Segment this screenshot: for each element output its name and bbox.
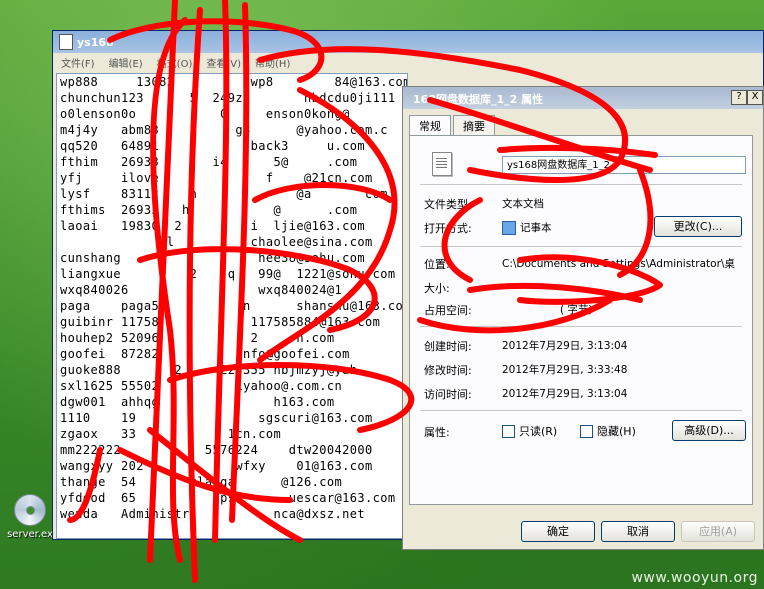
desktop-icon-label: server.ex — [7, 529, 53, 540]
advanced-button[interactable]: 高级(D)... — [672, 420, 746, 441]
menu-view[interactable]: 查看(V) — [206, 55, 241, 70]
notepad-titlebar[interactable]: ys168 — [53, 31, 763, 53]
help-button[interactable]: ? — [731, 90, 747, 105]
notepad-line: lysf 83112 n @a com — [60, 187, 388, 201]
separator — [420, 410, 742, 411]
notepad-line: paga paga5 n shansnu@163.com — [60, 299, 408, 313]
filename-field[interactable]: ys168网盘数据库_1_2 — [502, 156, 746, 174]
text-file-icon — [432, 152, 452, 176]
properties-dialog: 168网盘数据库_1_2 属性 ? X 常规 摘要 ys168网盘数据库_1_2… — [402, 86, 764, 550]
open-with-label: 打开方式: — [424, 222, 472, 235]
size-on-disk-value: ( 字节) — [560, 304, 593, 316]
notepad-line: fthim 26933 i4 5@ .com — [60, 155, 358, 169]
created-label: 创建时间: — [424, 340, 472, 353]
size-on-disk-label: 占用空间: — [424, 304, 472, 317]
notepad-line: fthims 26933 h @ .com — [60, 203, 358, 217]
hidden-checkbox[interactable]: 隐藏(H) — [580, 423, 636, 439]
notepad-line: mm222222 5576224 dtw20042000 — [60, 443, 373, 457]
notepad-line: houhep2 52096 2 n.com — [60, 331, 335, 345]
checkbox-box — [502, 424, 515, 438]
dialog-title: 168网盘数据库_1_2 属性 — [413, 93, 544, 106]
modified-label: 修改时间: — [424, 364, 472, 377]
notepad-line: yfj ilove f @21cn.com — [60, 171, 373, 185]
cd-icon — [14, 494, 46, 526]
cancel-button[interactable]: 取消 — [601, 521, 675, 542]
notepad-app-icon — [502, 221, 516, 235]
notepad-line: wangxyy 202 wfxy 01@163.com — [60, 459, 373, 473]
open-with-value: 记事本 — [502, 220, 552, 235]
notepad-line: wenda Administr nca@dxsz.net — [60, 507, 365, 521]
notepad-line: l chaolee@sina.com — [60, 235, 373, 249]
notepad-line: sxl1625 55502 1yahoo@.com.cn — [60, 379, 343, 393]
close-button[interactable]: X — [747, 90, 763, 105]
attributes-label: 属性: — [424, 426, 450, 439]
notepad-line: thange 54 tlanga @126.com — [60, 475, 343, 489]
notepad-line: m4j4y abm83 g8 @yahoo.com.c — [60, 123, 388, 137]
notepad-line: dgw001 ahhqg h163.com — [60, 395, 335, 409]
notepad-line: zgaox 33 1cn.com — [60, 427, 282, 441]
ok-button[interactable]: 确定 — [521, 521, 595, 542]
size-label: 大小: — [424, 282, 450, 295]
change-button[interactable]: 更改(C)... — [654, 216, 742, 237]
created-value: 2012年7月29日, 3:13:04 — [502, 340, 628, 352]
apply-button[interactable]: 应用(A) — [681, 521, 755, 542]
notepad-icon — [59, 34, 73, 50]
modified-value: 2012年7月29日, 3:33:48 — [502, 364, 628, 376]
notepad-menubar: 文件(F) 编辑(E) 格式(O) 查看(V) 帮助(H) — [53, 53, 763, 71]
checkbox-box — [580, 424, 593, 438]
desktop-icon-server[interactable]: server.ex — [0, 494, 60, 540]
readonly-checkbox[interactable]: 只读(R) — [502, 423, 557, 439]
notepad-text-area[interactable]: wp888 13082 wp8 84@163.com chunchun123 5 … — [56, 73, 408, 539]
notepad-line: 1110 19 sgscuri@163.com — [60, 411, 373, 425]
accessed-value: 2012年7月29日, 3:13:04 — [502, 388, 628, 400]
location-label: 位置: — [424, 258, 450, 271]
notepad-line: cunshang hee38@sohu.com — [60, 251, 365, 265]
menu-edit[interactable]: 编辑(E) — [109, 55, 143, 70]
accessed-label: 访问时间: — [424, 388, 472, 401]
notepad-line: guoke888 2 223355 hbjmzyj@yah — [60, 363, 358, 377]
separator — [420, 326, 742, 327]
type-label: 文件类型: — [424, 198, 472, 211]
notepad-line: wp888 13082 wp8 84@163.com — [60, 75, 408, 89]
notepad-line: liangxue 2 q 99@ 1221@sohu.com — [60, 267, 396, 281]
notepad-line: qq520 64891 back3 u.com — [60, 139, 365, 153]
dialog-titlebar[interactable]: 168网盘数据库_1_2 属性 ? X — [403, 87, 763, 109]
menu-format[interactable]: 格式(O) — [157, 55, 193, 70]
notepad-line: o0lenson0o 0 enson0kong@ — [60, 107, 350, 121]
separator — [420, 184, 742, 185]
notepad-title: ys168 — [77, 35, 114, 49]
menu-file[interactable]: 文件(F) — [61, 55, 95, 70]
general-panel: ys168网盘数据库_1_2 文件类型: 文本文档 打开方式: 记事本 更改(C… — [409, 135, 753, 505]
notepad-line: laoai 19830 2 i ljie@163.com — [60, 219, 365, 233]
notepad-line: goofei 87282 nfo@goofei.com — [60, 347, 350, 361]
notepad-line: guibinr 11758 117585884@163.com — [60, 315, 381, 329]
notepad-line: yfdgod 65 ps uescar@163.com — [60, 491, 396, 505]
location-value: C:\Documents and Settings\Administrator\… — [502, 258, 735, 270]
watermark: www.wooyun.org — [631, 570, 758, 586]
notepad-line: wxq840026 wxq840024@1 — [60, 283, 343, 297]
type-value: 文本文档 — [502, 198, 544, 210]
menu-help[interactable]: 帮助(H) — [255, 55, 290, 70]
notepad-line: chunchun123 5 249z hbdcdu0ji111 — [60, 91, 396, 105]
separator — [420, 246, 742, 247]
